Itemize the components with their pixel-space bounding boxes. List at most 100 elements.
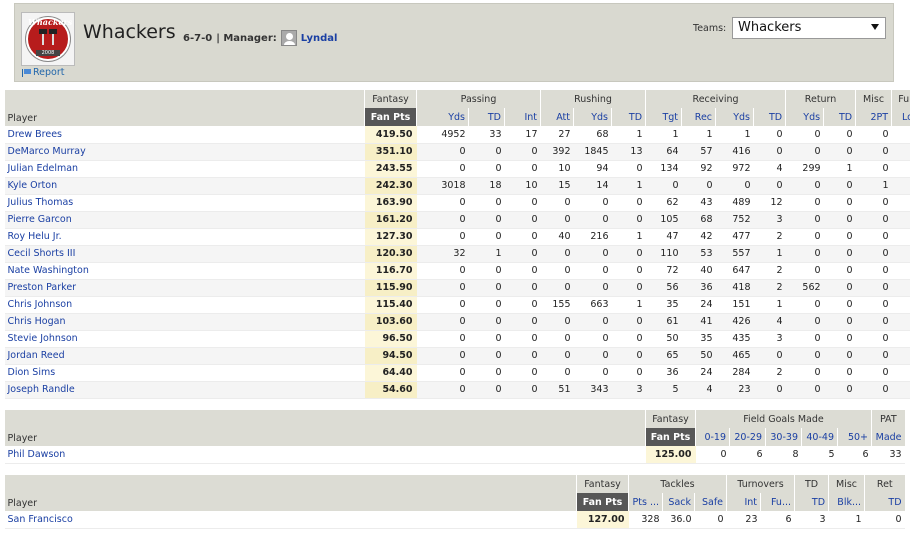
player-link[interactable]: Kyle Orton — [4, 177, 365, 195]
stat-cell: 0 — [504, 279, 541, 297]
team-header: Whackers 2008 Report Whackers 6-7-0 | Ma… — [14, 3, 894, 82]
stat-cell: 1 — [715, 126, 754, 144]
stat-cell: 0 — [823, 313, 856, 331]
stat-cell: 2 — [753, 364, 786, 382]
stat-cell: 72 — [645, 262, 682, 280]
stat-cell: 0 — [891, 330, 910, 348]
column-header[interactable]: Yds — [573, 108, 612, 126]
stat-cell: 1845 — [573, 143, 612, 161]
stat-cell: 0 — [504, 330, 541, 348]
column-header[interactable]: TD — [611, 108, 646, 126]
stat-cell: 3 — [753, 330, 786, 348]
table-row: DeMarco Murray 351.10 0 0 0 392 1845 13 64 57 416 0… — [4, 143, 910, 161]
stat-cell: 0 — [504, 313, 541, 331]
user-avatar-icon[interactable] — [280, 30, 297, 46]
player-link[interactable]: Nate Washington — [4, 262, 365, 280]
stat-cell: 0 — [823, 262, 856, 280]
stat-cell: 1 — [891, 279, 910, 297]
column-player[interactable]: Player — [4, 108, 365, 126]
player-link[interactable]: Dion Sims — [4, 364, 365, 382]
column-header[interactable]: 50+ — [836, 428, 872, 446]
column-header[interactable]: Fu... — [760, 493, 795, 511]
column-header[interactable]: Rec — [681, 108, 716, 126]
stat-cell: 53 — [681, 245, 716, 263]
stat-cell: 0 — [468, 143, 505, 161]
table-row: Julian Edelman 243.55 0 0 0 10 94 0 134 92 972 4 299… — [4, 160, 910, 178]
column-header[interactable]: TD — [468, 108, 505, 126]
player-link[interactable]: Stevie Johnson — [4, 330, 365, 348]
player-link[interactable]: Julius Thomas — [4, 194, 365, 212]
column-header[interactable]: 2PT — [855, 108, 892, 126]
column-player[interactable]: Player — [4, 493, 577, 511]
column-header[interactable]: Made — [871, 428, 905, 446]
column-header[interactable]: Pts ... — [628, 493, 663, 511]
player-link[interactable]: Chris Hogan — [4, 313, 365, 331]
team-meta: 6-7-0 | Manager: Lyndal — [183, 30, 337, 46]
column-header[interactable]: Int — [503, 108, 541, 126]
fantasy-group: Fantasy — [645, 410, 696, 428]
stat-cell: 50 — [645, 330, 682, 348]
fan-pts-cell: 103.60 — [364, 313, 417, 331]
column-header[interactable]: 40-49 — [801, 428, 838, 446]
column-header[interactable]: Yds — [715, 108, 754, 126]
stat-cell: 0 — [891, 364, 910, 382]
column-header[interactable]: Int — [726, 493, 761, 511]
player-link[interactable]: Drew Brees — [4, 126, 365, 144]
column-header[interactable]: Att — [540, 108, 574, 126]
column-header[interactable]: TD — [823, 108, 856, 126]
stat-cell: 0 — [468, 330, 505, 348]
player-link[interactable]: Pierre Garcon — [4, 211, 365, 229]
column-header[interactable]: 30-39 — [765, 428, 802, 446]
stat-cell: 0 — [468, 364, 505, 382]
stat-cell: 752 — [715, 211, 754, 229]
stat-cell: 0 — [416, 143, 469, 161]
column-header[interactable]: 0-19 — [695, 428, 730, 446]
player-link[interactable]: Cecil Shorts III — [4, 245, 365, 263]
column-header[interactable]: 20-29 — [729, 428, 766, 446]
player-link[interactable]: Julian Edelman — [4, 160, 365, 178]
field-goals-group: Field Goals Made — [694, 410, 872, 428]
teams-select[interactable]: Whackers — [732, 17, 886, 39]
hammer-icon — [39, 29, 57, 45]
player-link[interactable]: DeMarco Murray — [4, 143, 365, 161]
report-link[interactable]: Report — [22, 67, 65, 78]
column-header[interactable]: Blk... — [828, 493, 865, 511]
stat-cell: 0 — [504, 160, 541, 178]
column-header[interactable]: TD — [753, 108, 786, 126]
column-header[interactable]: TD — [794, 493, 829, 511]
player-link[interactable]: Preston Parker — [4, 279, 365, 297]
player-link[interactable]: Chris Johnson — [4, 296, 365, 314]
player-link[interactable]: San Francisco — [4, 511, 577, 529]
column-fan-pts[interactable]: Fan Pts — [364, 108, 417, 126]
stat-cell: 0 — [785, 211, 824, 229]
stat-cell: 151 — [715, 296, 754, 314]
column-player[interactable]: Player — [4, 428, 646, 446]
column-header[interactable]: Lost — [891, 108, 910, 126]
fan-pts-cell: 125.00 — [645, 446, 696, 464]
column-fan-pts[interactable]: Fan Pts — [645, 428, 696, 446]
stat-cell: 0 — [416, 228, 469, 246]
column-header[interactable]: Sack — [662, 493, 695, 511]
column-header[interactable]: Safe — [693, 493, 727, 511]
player-link[interactable]: Joseph Randle — [4, 381, 365, 399]
table-row: Stevie Johnson96.50000000503543530000 — [4, 330, 910, 348]
stat-cell: 0 — [540, 194, 574, 212]
column-fan-pts[interactable]: Fan Pts — [576, 493, 629, 511]
logo-year: 2008 — [36, 50, 60, 56]
fan-pts-cell: 127.00 — [576, 511, 629, 529]
column-header[interactable]: Yds — [416, 108, 469, 126]
column-header[interactable]: TD — [864, 493, 905, 511]
stat-cell: 0 — [785, 313, 824, 331]
column-header[interactable]: Yds — [785, 108, 824, 126]
stat-cell: 40 — [540, 228, 574, 246]
defense-stats-table: Fantasy Tackles Turnovers TD Misc Ret Pl… — [4, 475, 905, 529]
column-header[interactable]: Tgt — [645, 108, 682, 126]
stat-cell: 343 — [573, 381, 612, 399]
stat-cell: 23 — [726, 511, 761, 529]
player-link[interactable]: Roy Helu Jr. — [4, 228, 365, 246]
manager-link[interactable]: Lyndal — [301, 33, 338, 44]
player-link[interactable]: Phil Dawson — [4, 446, 646, 464]
stat-cell: 0 — [823, 143, 856, 161]
stat-cell: 0 — [855, 211, 892, 229]
player-link[interactable]: Jordan Reed — [4, 347, 365, 365]
